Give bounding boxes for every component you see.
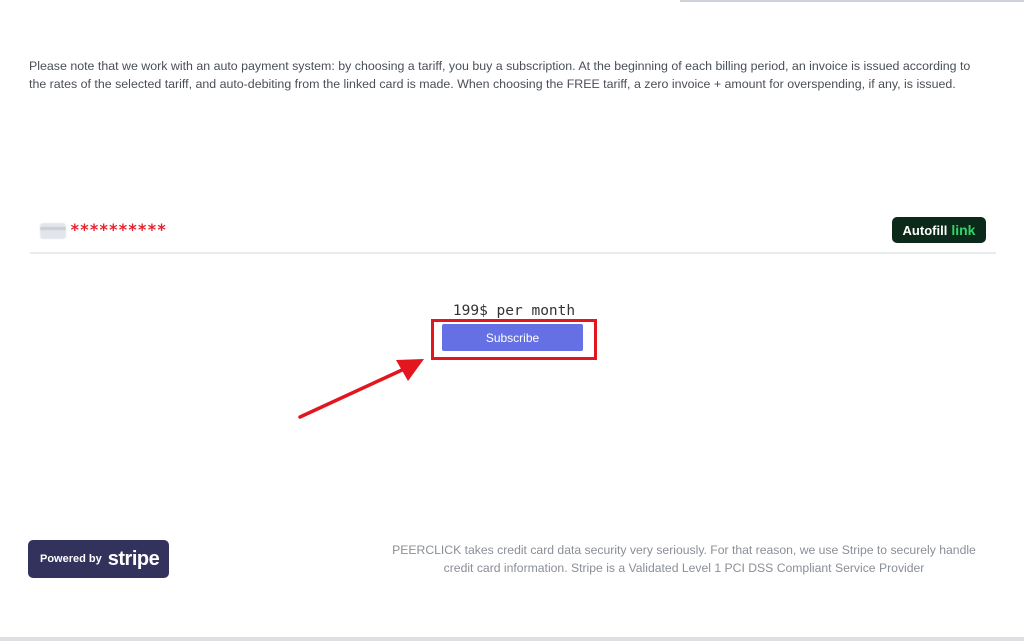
auto-payment-notice: Please note that we work with an auto pa… bbox=[29, 59, 971, 91]
plan-price: 199$ per month bbox=[452, 303, 576, 319]
payment-page: Please note that we work with an auto pa… bbox=[0, 0, 1024, 641]
autofill-link-button[interactable]: Autofill link bbox=[892, 217, 986, 243]
top-divider bbox=[680, 0, 1024, 2]
security-notice: PEERCLICK takes credit card data securit… bbox=[392, 543, 976, 575]
link-brand-label: link bbox=[951, 222, 976, 238]
autofill-label: Autofill bbox=[902, 222, 948, 238]
stripe-logo: stripe bbox=[107, 547, 160, 570]
powered-by-stripe-badge[interactable]: Powered by stripe bbox=[28, 540, 169, 578]
bottom-divider bbox=[0, 637, 1024, 641]
subscribe-button[interactable]: Subscribe bbox=[442, 324, 583, 351]
card-field-row[interactable]: ********** Autofill link bbox=[30, 214, 996, 254]
powered-by-label: Powered by bbox=[40, 553, 102, 565]
credit-card-icon bbox=[40, 223, 66, 239]
masked-card-number[interactable]: ********** bbox=[70, 220, 166, 239]
